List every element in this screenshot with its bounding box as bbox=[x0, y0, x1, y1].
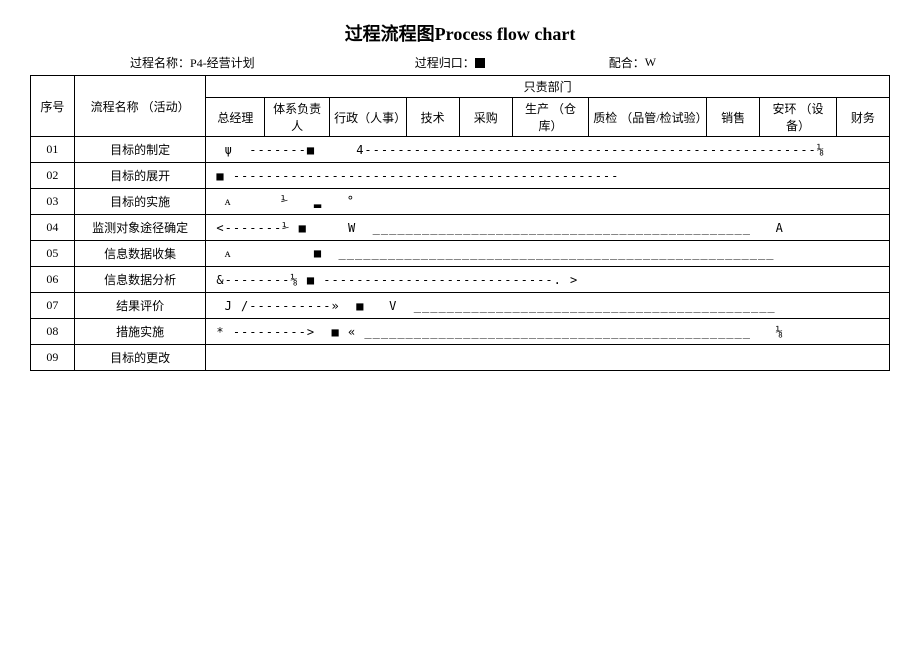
page-title: 过程流程图Process flow chart bbox=[30, 20, 890, 46]
table-row: 04监测对象途径确定<-------⅟ ■ W ________________… bbox=[31, 215, 890, 241]
process-table: 序号 流程名称 （活动） 只责部门 总经理 体系负责人 行政（人事） 技术 采购… bbox=[30, 75, 890, 371]
table-row: 07结果评价 J /----------» ■ V ______________… bbox=[31, 293, 890, 319]
cell-activity: 目标的展开 bbox=[74, 163, 206, 189]
cell-flow: ψ -------■ 4----------------------------… bbox=[206, 137, 890, 163]
cell-seq: 09 bbox=[31, 345, 75, 371]
coop-value: W bbox=[645, 55, 656, 70]
process-name-label: 过程名称： bbox=[130, 54, 190, 71]
header-admin: 行政（人事） bbox=[330, 98, 407, 137]
cell-activity: 监测对象途径确定 bbox=[74, 215, 206, 241]
cell-seq: 01 bbox=[31, 137, 75, 163]
table-row: 09目标的更改 bbox=[31, 345, 890, 371]
cell-activity: 信息数据分析 bbox=[74, 267, 206, 293]
cell-activity: 结果评价 bbox=[74, 293, 206, 319]
cell-flow bbox=[206, 345, 890, 371]
square-icon bbox=[475, 58, 485, 68]
table-row: 01目标的制定 ψ -------■ 4--------------------… bbox=[31, 137, 890, 163]
cell-flow: * ---------> ■ « _______________________… bbox=[206, 319, 890, 345]
table-row: 03目标的实施 ᴀ ⅟ ▂ ° bbox=[31, 189, 890, 215]
header-seq: 序号 bbox=[31, 76, 75, 137]
cell-flow: ᴀ ■ ____________________________________… bbox=[206, 241, 890, 267]
meta-row: 过程名称： P4-经营计划 过程归口： 配合： W bbox=[30, 54, 890, 71]
cell-flow: &--------⅛ ■ ---------------------------… bbox=[206, 267, 890, 293]
cell-seq: 02 bbox=[31, 163, 75, 189]
header-sys: 体系负责人 bbox=[265, 98, 330, 137]
header-qc: 质检 （品管/检试验） bbox=[589, 98, 707, 137]
cell-flow: ᴀ ⅟ ▂ ° bbox=[206, 189, 890, 215]
header-tech: 技术 bbox=[406, 98, 459, 137]
cell-seq: 07 bbox=[31, 293, 75, 319]
cell-activity: 目标的更改 bbox=[74, 345, 206, 371]
cell-seq: 03 bbox=[31, 189, 75, 215]
cell-seq: 05 bbox=[31, 241, 75, 267]
cell-seq: 08 bbox=[31, 319, 75, 345]
coop-label: 配合： bbox=[609, 54, 645, 71]
cell-flow: <-------⅟ ■ W __________________________… bbox=[206, 215, 890, 241]
cell-seq: 04 bbox=[31, 215, 75, 241]
process-name-value: P4-经营计划 bbox=[190, 54, 255, 71]
table-row: 06信息数据分析&--------⅛ ■ -------------------… bbox=[31, 267, 890, 293]
process-owner-label: 过程归口： bbox=[415, 54, 475, 71]
header-purchase: 采购 bbox=[459, 98, 512, 137]
cell-activity: 措施实施 bbox=[74, 319, 206, 345]
cell-seq: 06 bbox=[31, 267, 75, 293]
table-row: 05信息数据收集 ᴀ ■ ___________________________… bbox=[31, 241, 890, 267]
cell-activity: 目标的实施 bbox=[74, 189, 206, 215]
header-sales: 销售 bbox=[707, 98, 760, 137]
header-gm: 总经理 bbox=[206, 98, 265, 137]
cell-activity: 目标的制定 bbox=[74, 137, 206, 163]
table-row: 08措施实施* ---------> ■ « _________________… bbox=[31, 319, 890, 345]
header-safety: 安环 （设备） bbox=[760, 98, 837, 137]
header-dept-group: 只责部门 bbox=[206, 76, 890, 98]
header-activity: 流程名称 （活动） bbox=[74, 76, 206, 137]
cell-activity: 信息数据收集 bbox=[74, 241, 206, 267]
cell-flow: ■ --------------------------------------… bbox=[206, 163, 890, 189]
table-row: 02目标的展开■ -------------------------------… bbox=[31, 163, 890, 189]
cell-flow: J /----------» ■ V _____________________… bbox=[206, 293, 890, 319]
header-prod: 生产 （仓库） bbox=[512, 98, 589, 137]
header-finance: 财务 bbox=[836, 98, 889, 137]
